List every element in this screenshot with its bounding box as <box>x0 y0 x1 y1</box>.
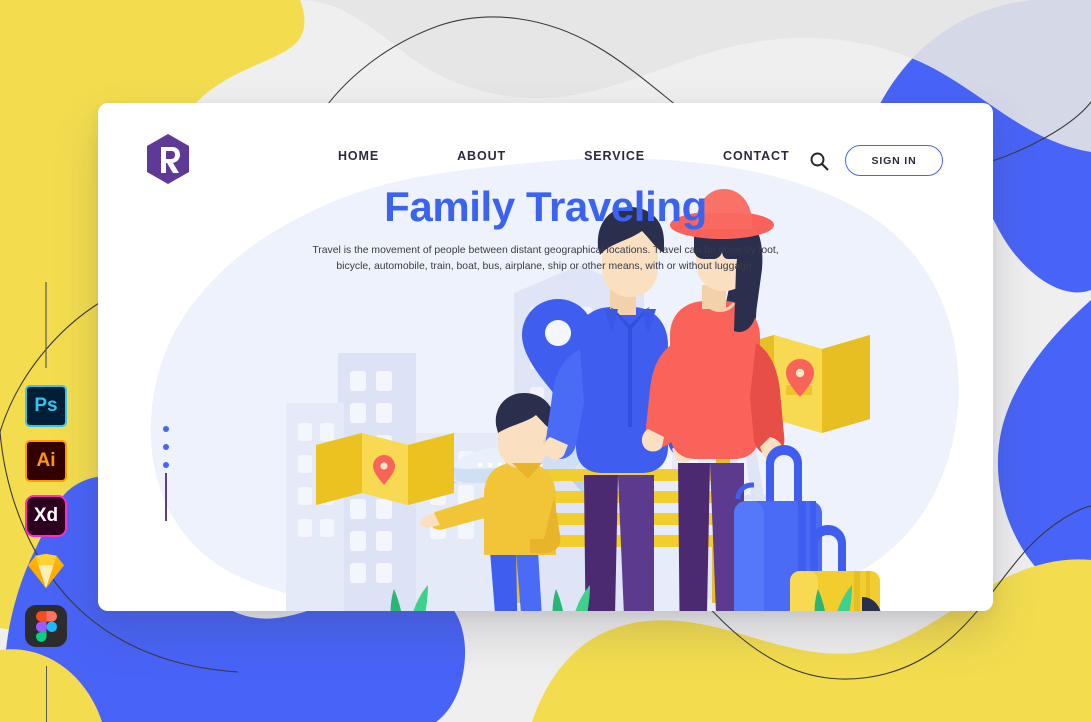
illustrator-icon-label: Ai <box>36 450 56 471</box>
nav-link-home[interactable]: HOME <box>338 149 379 163</box>
page-canvas: Family Traveling Travel is the movement … <box>0 0 1091 722</box>
sketch-icon[interactable] <box>25 550 67 592</box>
adobe-xd-icon[interactable]: Xd <box>25 495 67 537</box>
sign-in-button[interactable]: SIGN IN <box>845 145 943 176</box>
nav-links: HOME ABOUT SERVICE CONTACT <box>338 149 790 163</box>
search-icon[interactable] <box>809 151 829 171</box>
decor-dot <box>163 426 169 432</box>
decor-vertical-rule <box>165 473 167 521</box>
decor-dot <box>163 462 169 468</box>
landing-page-card: Family Traveling Travel is the movement … <box>98 103 993 611</box>
nav-link-about[interactable]: ABOUT <box>457 149 506 163</box>
photoshop-icon[interactable]: Ps <box>25 385 67 427</box>
figma-glyph <box>35 610 57 642</box>
app-icon-rail: Ps Ai Xd <box>25 385 67 660</box>
figma-icon[interactable] <box>25 605 67 647</box>
decor-dot <box>163 444 169 450</box>
top-navigation: HOME ABOUT SERVICE CONTACT SIGN IN <box>98 103 993 215</box>
hexagon-logo[interactable] <box>145 133 191 185</box>
folded-map-small <box>316 433 454 505</box>
illustrator-icon[interactable]: Ai <box>25 440 67 482</box>
photoshop-icon-label: Ps <box>34 395 58 416</box>
rail-line-bottom <box>46 666 48 722</box>
adobe-xd-icon-label: Xd <box>33 505 59 526</box>
sketch-glyph <box>27 553 65 589</box>
nav-link-service[interactable]: SERVICE <box>584 149 645 163</box>
page-subtitle: Travel is the movement of people between… <box>312 245 779 272</box>
decor-dots <box>163 426 169 480</box>
nav-right-group: SIGN IN <box>809 145 943 176</box>
nav-link-contact[interactable]: CONTACT <box>723 149 789 163</box>
